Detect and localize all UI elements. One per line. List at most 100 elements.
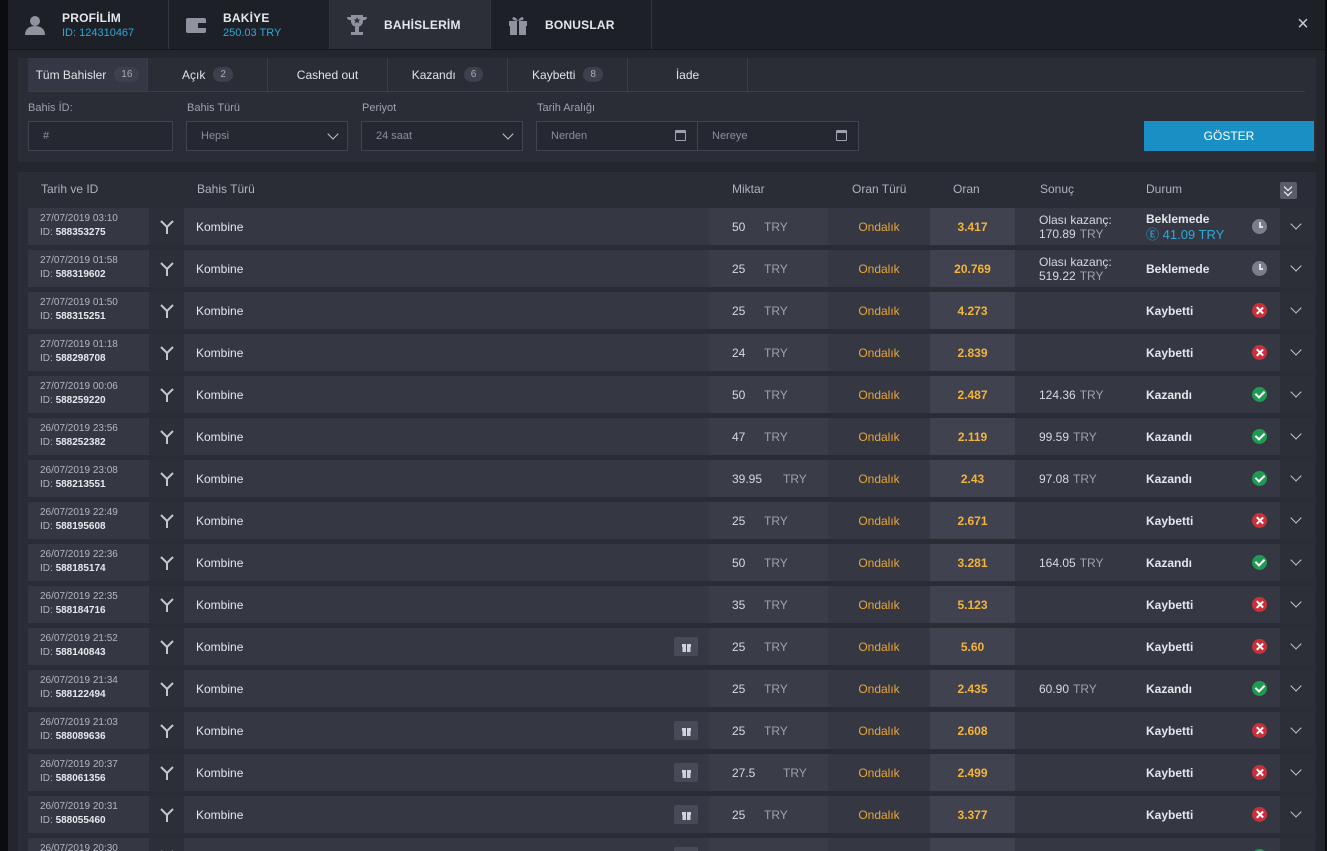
combo-icon (149, 754, 184, 791)
table-row[interactable]: 26/07/2019 22:35 ID: 588184716 Kombine 35 TR… (28, 586, 1313, 623)
tab-balance[interactable]: BAKİYE 250.03 TRY (169, 0, 330, 49)
tab-profile[interactable]: PROFİLİM ID: 124310467 (8, 0, 169, 49)
expand-chevron-icon[interactable] (1280, 544, 1313, 581)
result-value: 60.90 (1039, 681, 1070, 696)
result-cell: 99.59 TRY (1016, 418, 1133, 455)
combo-icon (149, 628, 184, 665)
expand-chevron-icon[interactable] (1280, 334, 1313, 371)
bet-type-select[interactable]: Hepsi (186, 121, 348, 151)
table-row[interactable]: 27/07/2019 03:10 ID: 588353275 Kombine 50 TR… (28, 208, 1313, 245)
expand-chevron-icon[interactable] (1280, 208, 1313, 245)
status-text: Kaybetti (1146, 303, 1194, 318)
table-row[interactable]: 26/07/2019 22:36 ID: 588185174 Kombine 50 TR… (28, 544, 1313, 581)
expand-chevron-icon[interactable] (1280, 376, 1313, 413)
tab-lost[interactable]: Kaybetti 8 (508, 58, 628, 91)
amount-cell: 25 TRY (709, 796, 828, 833)
tab-open[interactable]: Açık 2 (148, 58, 268, 91)
amount: 25 (732, 723, 746, 738)
odds: 4.273 (930, 292, 1015, 329)
bet-id-input[interactable]: # (28, 121, 173, 151)
amount: 25 (732, 261, 746, 276)
currency: TRY (764, 598, 788, 612)
odds: 3.417 (930, 208, 1015, 245)
bet-type-cell: Kombine (185, 334, 708, 371)
expand-chevron-icon[interactable] (1280, 418, 1313, 455)
result-cell (1016, 586, 1133, 623)
bet-date-id: 26/07/2019 22:36 ID: 588185174 (28, 544, 148, 581)
table-row[interactable]: 27/07/2019 01:58 ID: 588319602 Kombine 25 TR… (28, 250, 1313, 287)
odds-type: Ondalık (829, 628, 929, 665)
bonus-gift-icon (674, 847, 698, 851)
bet-date: 26/07/2019 22:49 (40, 507, 118, 518)
bet-date: 26/07/2019 23:56 (40, 423, 118, 434)
odds: 20.769 (930, 250, 1015, 287)
result-cell (1016, 334, 1133, 371)
expand-chevron-icon[interactable] (1280, 670, 1313, 707)
expand-chevron-icon[interactable] (1280, 502, 1313, 539)
result-cell: 60.90 TRY (1016, 670, 1133, 707)
expand-chevron-icon[interactable] (1280, 796, 1313, 833)
bet-type: Kombine (196, 765, 244, 780)
close-icon[interactable]: × (1293, 14, 1313, 34)
table-row[interactable]: 26/07/2019 23:08 ID: 588213551 Kombine 39.9… (28, 460, 1313, 497)
tab-refund[interactable]: İade (628, 58, 748, 91)
expand-chevron-icon[interactable] (1280, 838, 1313, 851)
expand-chevron-icon[interactable] (1280, 586, 1313, 623)
odds: 3.377 (930, 796, 1015, 833)
bet-id-label: Bahis İD: (28, 102, 73, 114)
status-text: Kazandı (1146, 429, 1193, 444)
amount: 47 (732, 429, 746, 444)
table-row[interactable]: 27/07/2019 01:18 ID: 588298708 Kombine 24 TR… (28, 334, 1313, 371)
lost-icon (1252, 303, 1267, 318)
table-row[interactable]: 26/07/2019 20:30ID: (28, 838, 1313, 851)
table-row[interactable]: 26/07/2019 21:03 ID: 588089636 Kombine 25 TR… (28, 712, 1313, 749)
tab-won[interactable]: Kazandı 6 (388, 58, 508, 91)
table-row[interactable]: 26/07/2019 20:31 ID: 588055460 Kombine 25 TR… (28, 796, 1313, 833)
tab-cashed-out[interactable]: Cashed out (268, 58, 388, 91)
expand-chevron-icon[interactable] (1280, 292, 1313, 329)
currency: TRY (764, 220, 788, 234)
table-row[interactable]: 26/07/2019 21:52 ID: 588140843 Kombine 25 TR… (28, 628, 1313, 665)
amount: 50 (732, 555, 746, 570)
table-row[interactable]: 26/07/2019 22:49 ID: 588195608 Kombine 25 TR… (28, 502, 1313, 539)
tab-my-bets[interactable]: BAHİSLERİM (330, 0, 491, 49)
table-row[interactable]: 26/07/2019 23:56 ID: 588252382 Kombine 47 TR… (28, 418, 1313, 455)
bet-date: 27/07/2019 00:06 (40, 381, 118, 392)
status-text: Kaybetti (1146, 597, 1194, 612)
bet-id: ID: 588252382 (40, 437, 106, 448)
lost-icon (1252, 765, 1267, 780)
cashout-button[interactable]: Ⓔ 41.09 TRY (1146, 227, 1224, 242)
bet-date-id: 26/07/2019 22:49 ID: 588195608 (28, 502, 148, 539)
tab-all-bets[interactable]: Tüm Bahisler 16 (28, 58, 148, 91)
currency: TRY (764, 346, 788, 360)
expand-chevron-icon[interactable] (1280, 712, 1313, 749)
won-icon (1252, 681, 1267, 696)
bet-type-cell: Kombine (185, 502, 708, 539)
date-to-input[interactable]: Nereye (697, 121, 859, 151)
date-from-input[interactable]: Nerden (536, 121, 698, 151)
bet-id-value: 588055460 (55, 815, 106, 826)
bet-type-cell: Kombine (185, 796, 708, 833)
user-id: ID: 124310467 (62, 26, 135, 39)
currency: TRY (764, 262, 788, 276)
amount-cell: 47 TRY (709, 418, 828, 455)
expand-chevron-icon[interactable] (1280, 628, 1313, 665)
collapse-all-icon[interactable] (1280, 182, 1297, 199)
period-select[interactable]: 24 saat (361, 121, 523, 151)
won-icon (1252, 387, 1267, 402)
combo-icon (149, 208, 184, 245)
bet-id: ID: 588185174 (40, 563, 106, 574)
expand-chevron-icon[interactable] (1280, 250, 1313, 287)
bonus-gift-icon (674, 763, 698, 782)
show-button[interactable]: GÖSTER (1144, 121, 1314, 151)
expand-chevron-icon[interactable] (1280, 754, 1313, 791)
tab-bonuses[interactable]: BONUSLAR (491, 0, 652, 49)
result-cell (1016, 796, 1133, 833)
combo-icon (149, 460, 184, 497)
bet-id-value: 588195608 (55, 521, 106, 532)
table-row[interactable]: 27/07/2019 01:50 ID: 588315251 Kombine 25 TR… (28, 292, 1313, 329)
table-row[interactable]: 26/07/2019 20:37 ID: 588061356 Kombine 27.5… (28, 754, 1313, 791)
expand-chevron-icon[interactable] (1280, 460, 1313, 497)
table-row[interactable]: 27/07/2019 00:06 ID: 588259220 Kombine 50 TR… (28, 376, 1313, 413)
table-row[interactable]: 26/07/2019 21:34 ID: 588122494 Kombine 25 TR… (28, 670, 1313, 707)
